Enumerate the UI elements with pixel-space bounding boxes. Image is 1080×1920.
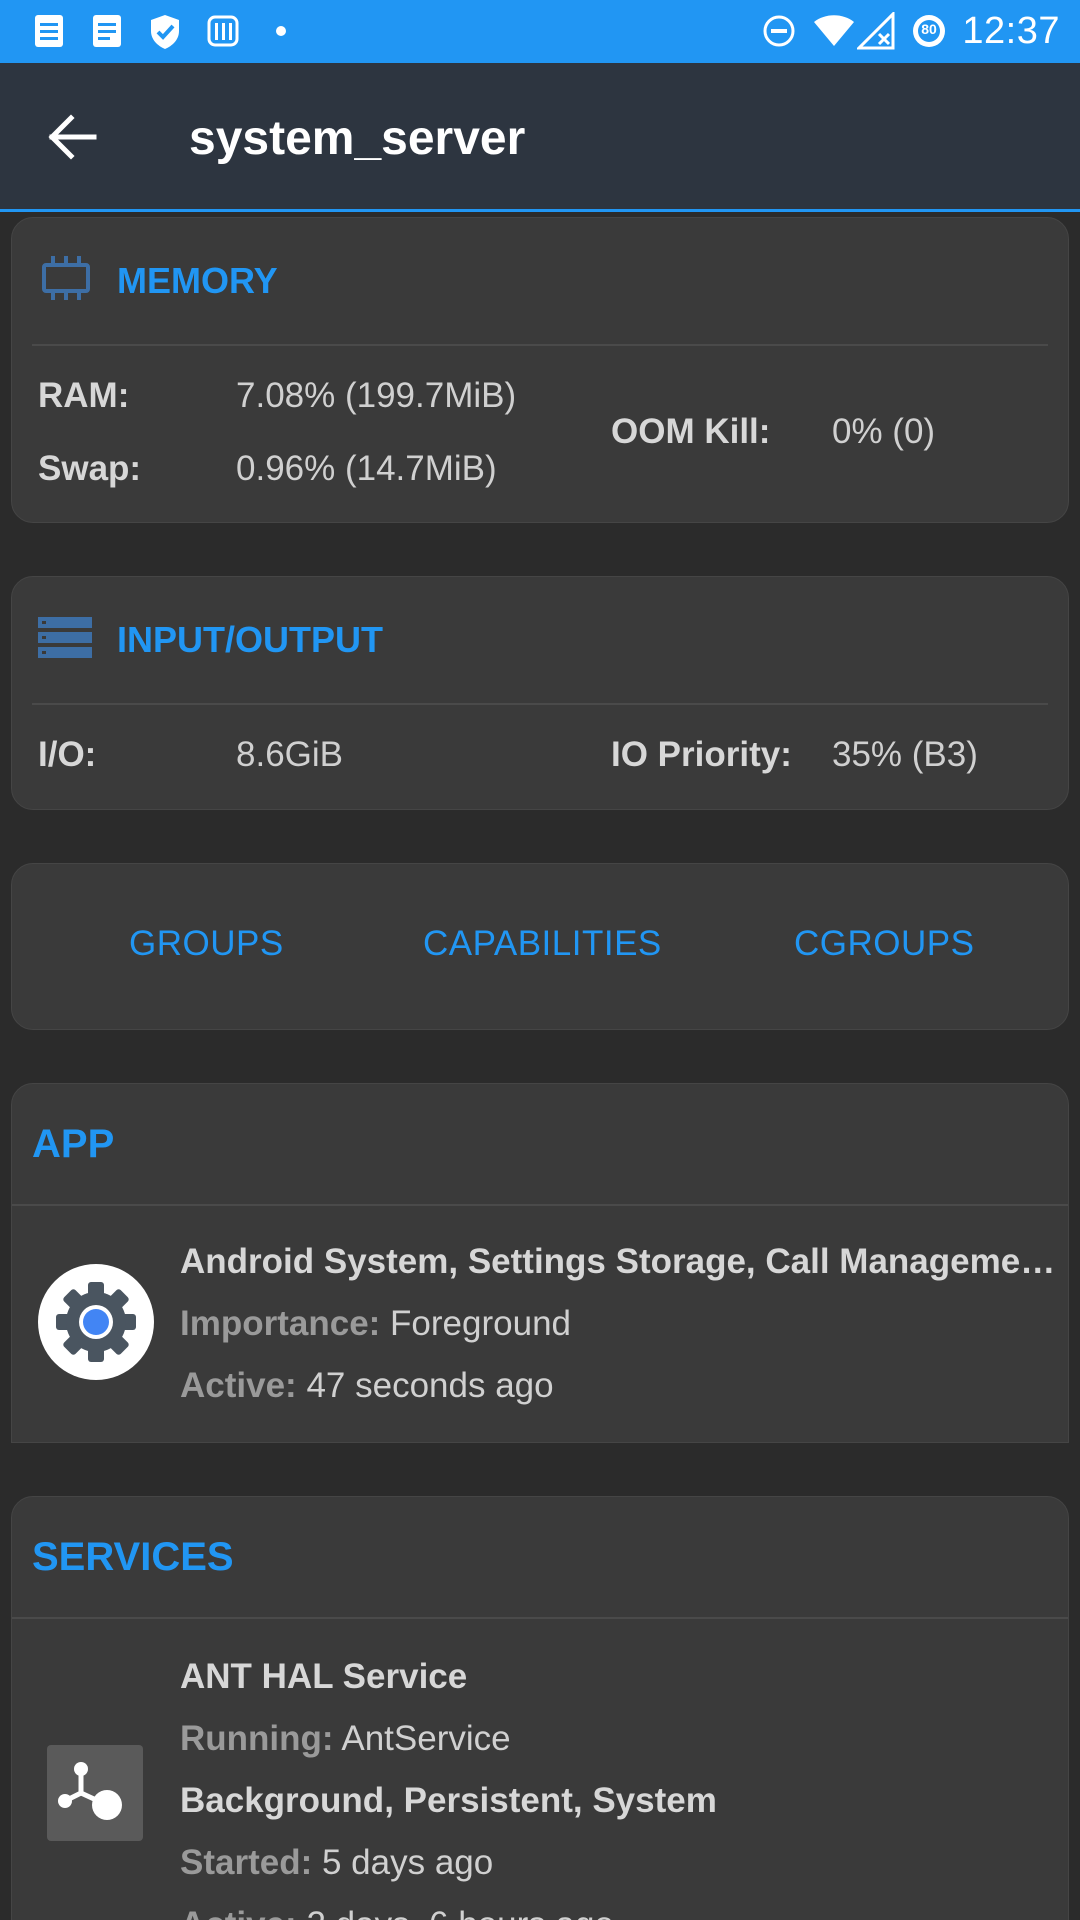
oom-kill-label: OOM Kill: xyxy=(611,412,771,451)
divider xyxy=(32,703,1048,705)
battery-level: 80 xyxy=(921,21,937,37)
status-bar: 80 12:37 xyxy=(0,0,1080,63)
active-value: 47 seconds ago xyxy=(306,1366,554,1405)
page-title: system_server xyxy=(189,112,526,165)
clock: 12:37 xyxy=(962,10,1060,52)
cgroups-button[interactable]: CGROUPS xyxy=(794,924,974,964)
service-flags: Background, Persistent, System xyxy=(180,1781,717,1820)
services-card: SERVICES ANT HAL Service Running: AntSer… xyxy=(11,1496,1069,1920)
swap-label: Swap: xyxy=(38,449,142,488)
io-priority-value: 35% (B3) xyxy=(832,735,978,774)
process-details[interactable]: MEMORY RAM: 7.08% (199.7MiB) Swap: 0.96%… xyxy=(0,212,1080,1920)
importance-label: Importance: xyxy=(180,1304,381,1343)
running-value: AntService xyxy=(341,1719,511,1758)
io-label: I/O: xyxy=(38,735,97,774)
service-running: Running: AntService xyxy=(180,1719,511,1759)
memory-heading: MEMORY xyxy=(117,260,278,301)
app-row[interactable]: Android System, Settings Storage, Call M… xyxy=(12,1206,1068,1442)
importance-value: Foreground xyxy=(390,1304,571,1343)
app-importance: Importance: Foreground xyxy=(180,1304,571,1344)
app-bar: system_server xyxy=(0,63,1080,212)
service-active-value: 2 days, 6 hours ago xyxy=(306,1905,613,1920)
service-active: Active: 2 days, 6 hours ago xyxy=(180,1905,614,1920)
signal-icon xyxy=(857,12,895,50)
capabilities-button[interactable]: CAPABILITIES xyxy=(423,924,662,964)
divider xyxy=(32,344,1048,346)
notes-icon xyxy=(35,15,63,47)
oom-kill-value: 0% (0) xyxy=(832,412,936,451)
dot-icon xyxy=(276,26,286,36)
service-row[interactable]: ANT HAL Service Running: AntService Back… xyxy=(12,1619,1068,1920)
service-name: ANT HAL Service xyxy=(180,1657,468,1696)
service-started: Started: 5 days ago xyxy=(180,1843,493,1883)
swap-value: 0.96% (14.7MiB) xyxy=(236,449,497,488)
groups-button[interactable]: GROUPS xyxy=(129,924,284,964)
services-heading: SERVICES xyxy=(32,1535,234,1579)
memory-chip-icon xyxy=(42,256,90,300)
started-label: Started: xyxy=(180,1843,313,1882)
app-name: Android System, Settings Storage, Call M… xyxy=(180,1242,1056,1281)
ram-value: 7.08% (199.7MiB) xyxy=(236,376,517,415)
ram-label: RAM: xyxy=(38,376,130,415)
app-active: Active: 47 seconds ago xyxy=(180,1366,554,1406)
memory-card: MEMORY RAM: 7.08% (199.7MiB) Swap: 0.96%… xyxy=(11,217,1069,523)
document-icon xyxy=(93,15,121,47)
do-not-disturb-icon xyxy=(763,15,795,47)
io-heading: INPUT/OUTPUT xyxy=(117,619,383,660)
storage-icon xyxy=(38,617,92,658)
settings-gear-icon xyxy=(38,1264,154,1380)
service-hub-icon xyxy=(47,1745,143,1841)
running-label: Running: xyxy=(180,1719,334,1758)
app-card: APP Android System, Settings Storage, Ca… xyxy=(11,1083,1069,1443)
active-label: Active: xyxy=(180,1366,297,1405)
io-value: 8.6GiB xyxy=(236,735,343,774)
started-value: 5 days ago xyxy=(321,1843,494,1882)
bank-icon xyxy=(207,15,239,47)
tabs-card: GROUPS CAPABILITIES CGROUPS xyxy=(11,863,1069,1030)
shield-check-icon xyxy=(151,15,179,49)
app-heading: APP xyxy=(32,1122,115,1166)
back-arrow-icon[interactable] xyxy=(44,107,104,167)
io-card: INPUT/OUTPUT I/O: 8.6GiB IO Priority: 35… xyxy=(11,576,1069,810)
io-priority-label: IO Priority: xyxy=(611,735,792,774)
service-active-label: Active: xyxy=(180,1905,297,1920)
wifi-icon xyxy=(814,15,854,46)
